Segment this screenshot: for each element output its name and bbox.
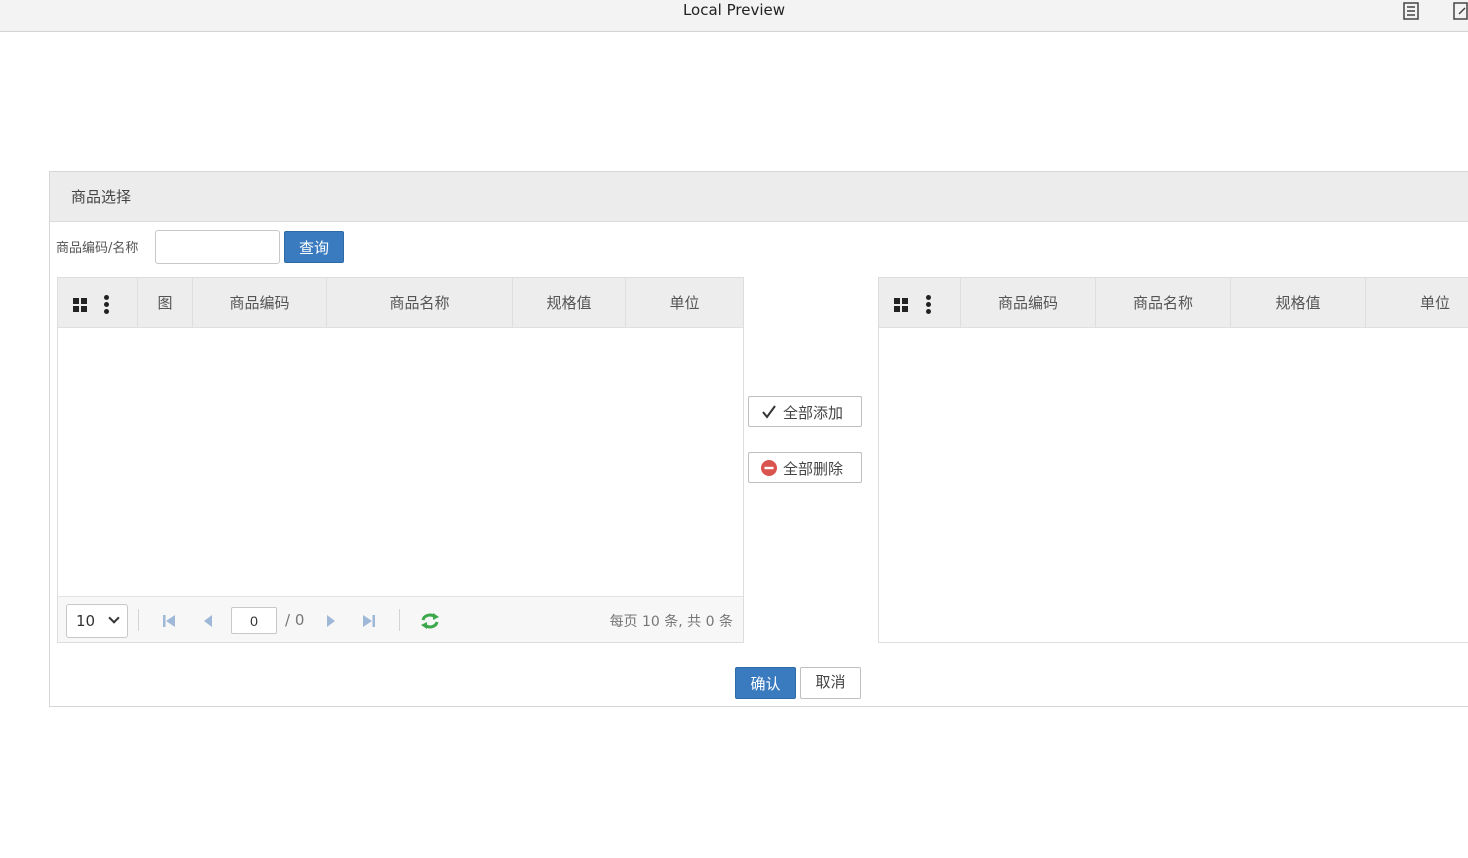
current-page-input[interactable] [231,607,277,634]
pager-info: 每页 10 条, 共 0 条 [609,614,733,630]
column-header-unit[interactable]: 单位 [1366,278,1468,328]
grid-tools [58,278,138,328]
remove-all-label: 全部删除 [783,460,844,478]
more-options-icon[interactable] [926,295,932,315]
search-input[interactable] [155,230,280,264]
grid-header: 商品编码 商品名称 规格值 单位 [879,278,1468,328]
confirm-button[interactable]: 确认 [735,667,796,699]
window-title: Local Preview [682,1,786,19]
next-page-icon[interactable] [322,613,338,629]
dialog-title: 商品选择 [71,188,132,206]
export-icon[interactable] [1453,2,1468,20]
selected-product-grid: 商品编码 商品名称 规格值 单位 [878,277,1468,643]
column-header-code[interactable]: 商品编码 [193,278,327,328]
add-all-button[interactable]: 全部添加 [748,396,862,427]
document-icon[interactable] [1403,2,1419,20]
grid-view-icon[interactable] [73,298,88,313]
first-page-icon[interactable] [161,613,177,629]
chevron-down-icon [108,612,120,624]
window-title-bar: Local Preview [0,0,1468,32]
remove-all-button[interactable]: 全部删除 [748,452,862,483]
column-header-unit[interactable]: 单位 [626,278,743,328]
grid-view-icon[interactable] [894,298,909,313]
last-page-icon[interactable] [361,613,377,629]
pager-divider [399,609,400,631]
refresh-icon[interactable] [420,612,440,630]
minus-circle-icon [761,460,777,476]
more-options-icon[interactable] [104,295,110,315]
product-select-dialog: 商品选择 商品编码/名称 查询 图 商品编码 商品名称 规格值 单位 10 0 … [49,171,1468,707]
dialog-header: 商品选择 [50,172,1468,222]
column-header-name[interactable]: 商品名称 [327,278,513,328]
page-size-select[interactable]: 10 [66,604,128,638]
pagination-bar: 10 / 0 [58,596,743,642]
check-icon [762,405,776,419]
search-label: 商品编码/名称 [56,241,139,256]
prev-page-icon[interactable] [201,613,217,629]
grid-tools [879,278,961,328]
column-header-spec[interactable]: 规格值 [1231,278,1366,328]
cancel-button[interactable]: 取消 [800,667,861,699]
column-header-image[interactable]: 图 [138,278,193,328]
product-list-grid: 图 商品编码 商品名称 规格值 单位 10 / 0 [57,277,744,643]
query-button[interactable]: 查询 [284,231,344,263]
total-pages: / 0 [285,611,305,629]
column-header-code[interactable]: 商品编码 [961,278,1096,328]
page-size-value: 10 [76,612,96,630]
column-header-spec[interactable]: 规格值 [513,278,626,328]
grid-header: 图 商品编码 商品名称 规格值 单位 [58,278,743,328]
column-header-name[interactable]: 商品名称 [1096,278,1231,328]
pager-divider [138,609,139,631]
add-all-label: 全部添加 [783,404,844,422]
